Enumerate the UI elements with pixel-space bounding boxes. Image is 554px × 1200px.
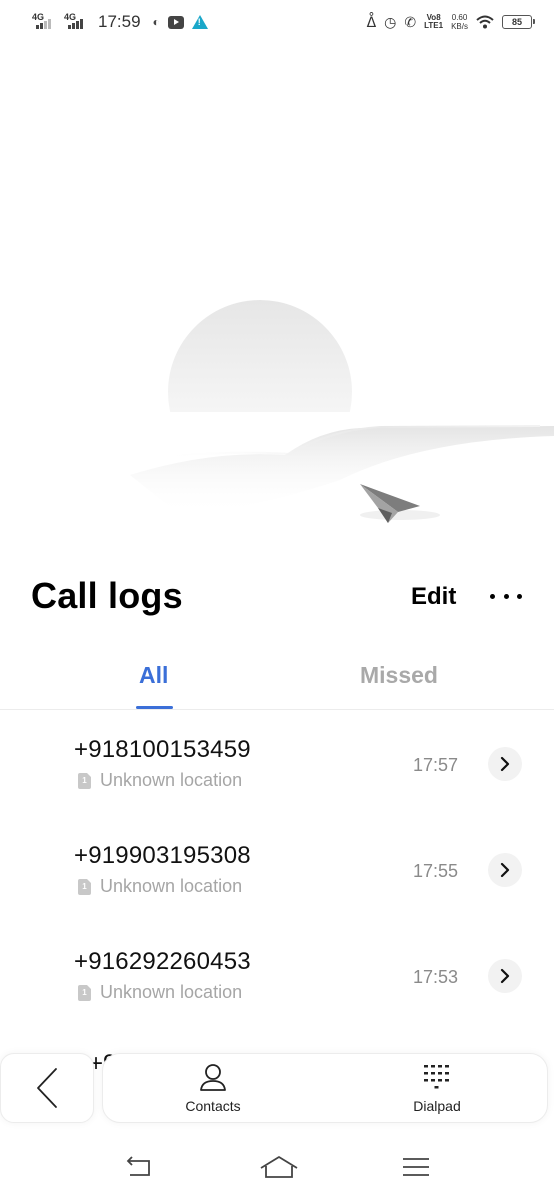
- call-location: 1 Unknown location: [78, 770, 242, 791]
- paper-plane-illustration: [130, 300, 554, 523]
- return-icon: [126, 1156, 150, 1176]
- sim-card-icon: 1: [78, 772, 91, 789]
- speed-value: 0.60: [451, 13, 468, 22]
- status-bar-left: 4G 4G 17:59 ◐: [32, 12, 208, 32]
- volte-indicator: Vo8 LTE1: [424, 14, 443, 30]
- status-time: 17:59: [98, 12, 141, 31]
- call-location: 1 Unknown location: [78, 982, 242, 1003]
- alarm-icon: ◷: [384, 13, 397, 30]
- sim2-signal-icon: 4G: [64, 12, 88, 31]
- call-time: 17:53: [413, 967, 459, 987]
- warning-icon: [191, 15, 208, 29]
- system-home-button[interactable]: [258, 1152, 300, 1182]
- network-speed: 0.60 KB/s: [451, 13, 468, 31]
- chevron-right-icon: [500, 968, 510, 984]
- bottom-navigation: Contacts Dialpad: [102, 1053, 548, 1123]
- location-text: Unknown location: [100, 770, 243, 790]
- youtube-icon: [167, 15, 184, 29]
- call-number: +918100153459: [74, 736, 251, 763]
- battery-icon: 85: [502, 15, 535, 29]
- sim-slot-number: 1: [82, 776, 87, 785]
- menu-icon: [403, 1158, 429, 1176]
- nav-contacts[interactable]: Contacts: [153, 1062, 273, 1118]
- call-number: +919903195308: [74, 842, 251, 869]
- call-details-button[interactable]: [488, 747, 522, 781]
- call-details-button[interactable]: [488, 959, 522, 993]
- system-back-button[interactable]: [120, 1152, 156, 1182]
- wifi-icon: [476, 15, 494, 29]
- sim-slot-number: 1: [82, 988, 87, 997]
- bluetooth-icon: ᐂ: [366, 13, 377, 30]
- call-time: 17:55: [413, 861, 459, 881]
- sim-card-icon: 1: [78, 984, 91, 1001]
- call-log-tabs: All Missed: [0, 650, 554, 710]
- active-tab-indicator: [136, 706, 173, 709]
- contacts-icon: [200, 1064, 226, 1091]
- call-log-item[interactable]: +919903195308 1 Unknown location 17:55: [0, 817, 554, 923]
- speed-unit: KB/s: [451, 22, 468, 31]
- tab-missed[interactable]: Missed: [360, 662, 438, 689]
- volte-bottom-label: LTE1: [424, 21, 444, 30]
- edit-button[interactable]: Edit: [411, 583, 456, 611]
- call-log-item[interactable]: +918100153459 1 Unknown location 17:57: [0, 711, 554, 817]
- battery-level: 85: [511, 17, 522, 27]
- call-log-item[interactable]: +916292260453 1 Unknown location 17:53: [0, 923, 554, 1029]
- chevron-right-icon: [500, 862, 510, 878]
- sim-slot-number: 1: [82, 882, 87, 891]
- data-saver-icon: ◐: [152, 15, 160, 29]
- system-menu-button[interactable]: [398, 1152, 434, 1182]
- dialpad-icon: [424, 1065, 449, 1089]
- tab-all[interactable]: All: [139, 662, 168, 689]
- nav-dialpad-label: Dialpad: [413, 1098, 461, 1114]
- chevron-right-icon: [500, 756, 510, 772]
- sim-card-icon: 1: [78, 878, 91, 895]
- nav-contacts-label: Contacts: [185, 1098, 241, 1114]
- status-bar-right: ᐂ ◷ ✆ Vo8 LTE1 0.60 KB/s 85: [366, 13, 535, 31]
- sim1-signal-icon: 4G: [32, 12, 56, 31]
- call-details-button[interactable]: [488, 853, 522, 887]
- call-time: 17:57: [413, 755, 459, 775]
- call-list: +918100153459 1 Unknown location 17:57 +…: [0, 711, 554, 1029]
- location-text: Unknown location: [100, 982, 243, 1002]
- system-navigation-bar: [0, 1140, 554, 1200]
- more-options-icon[interactable]: [486, 584, 526, 608]
- nav-dialpad[interactable]: Dialpad: [377, 1062, 497, 1118]
- call-location: 1 Unknown location: [78, 876, 242, 897]
- home-icon: [260, 1156, 298, 1178]
- back-button[interactable]: [0, 1053, 94, 1123]
- location-text: Unknown location: [100, 876, 243, 896]
- page-title: Call logs: [31, 575, 183, 616]
- wifi-calling-icon: ✆: [404, 13, 417, 30]
- call-number: +916292260453: [74, 948, 251, 975]
- status-bar: 4G 4G 17:59 ◐ ᐂ ◷ ✆ Vo8 LTE1 0.60 KB/s 8…: [0, 0, 554, 44]
- chevron-left-icon: [37, 1068, 57, 1108]
